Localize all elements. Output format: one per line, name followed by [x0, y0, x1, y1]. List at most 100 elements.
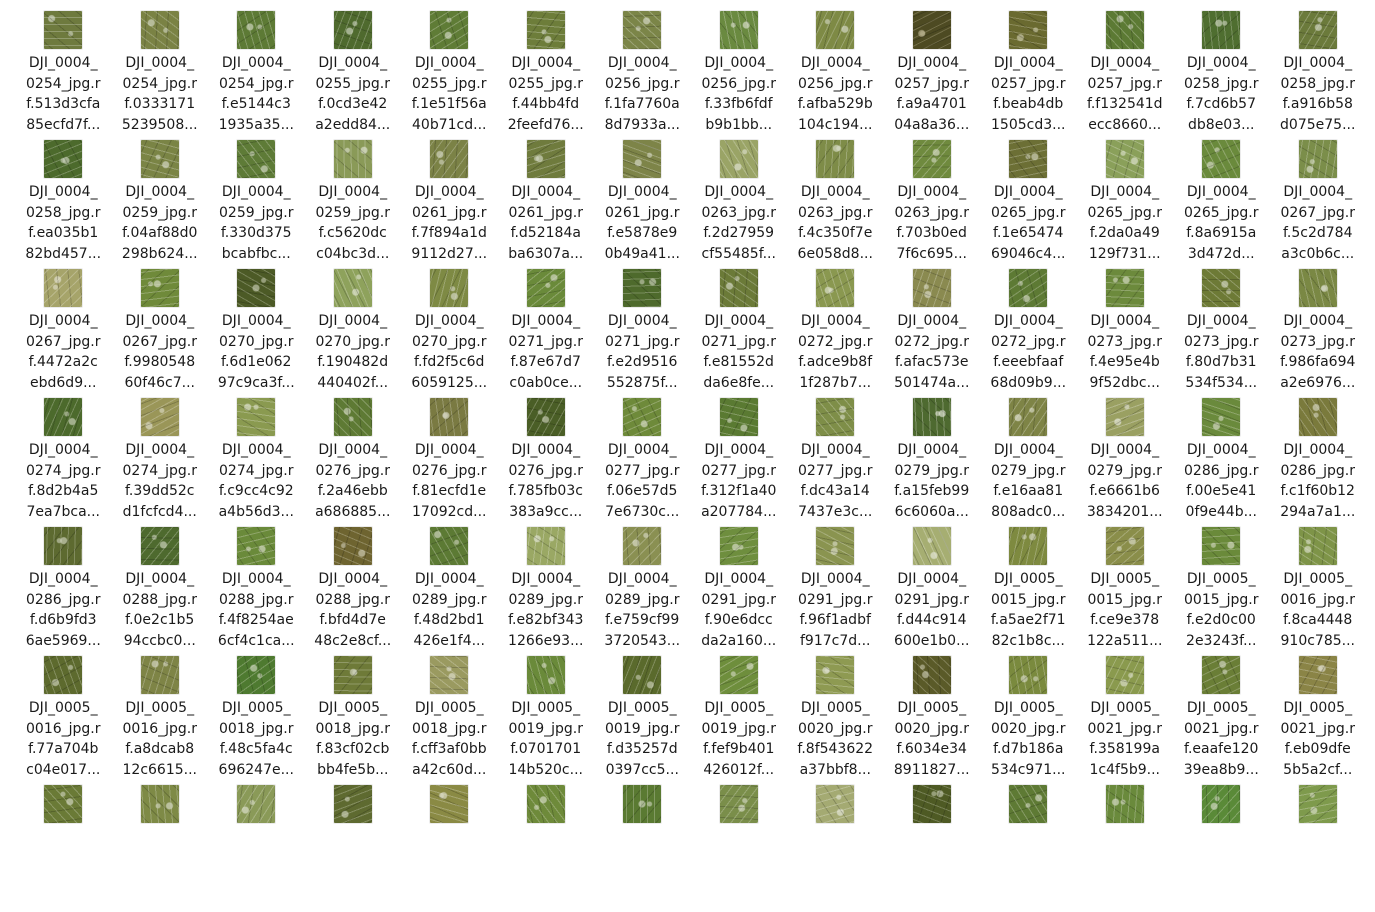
file-item[interactable]: DJI_0005_ 0021_jpg.r f.358199a 1c4f5b9... [1077, 654, 1174, 783]
file-item[interactable]: DJI_0004_ 0279_jpg.r f.a15feb99 6c6060a... [884, 396, 981, 525]
file-item[interactable]: DJI_0004_ 0270_jpg.r f.6d1e062 97c9ca3f... [208, 267, 305, 396]
file-item[interactable]: DJI_0004_ 0273_jpg.r f.986fa694 a2e6976... [1270, 267, 1367, 396]
image-thumbnail[interactable] [719, 785, 758, 823]
image-thumbnail[interactable] [816, 11, 855, 49]
file-item[interactable]: DJI_0004_ 0254_jpg.r f.513d3cfa 85ecfd7f... [15, 9, 112, 138]
image-thumbnail[interactable] [912, 398, 951, 436]
file-item[interactable]: DJI_0004_ 0257_jpg.r f.f132541d ecc8660... [1077, 9, 1174, 138]
image-thumbnail[interactable] [44, 269, 83, 307]
file-item[interactable]: DJI_0004_ 0259_jpg.r f.c5620dc c04bc3d... [305, 138, 402, 267]
image-thumbnail[interactable] [526, 527, 565, 565]
image-thumbnail[interactable] [912, 656, 951, 694]
image-thumbnail[interactable] [526, 269, 565, 307]
image-thumbnail[interactable] [237, 785, 276, 823]
image-thumbnail[interactable] [237, 656, 276, 694]
image-thumbnail[interactable] [912, 527, 951, 565]
file-item[interactable]: DJI_0004_ 0288_jpg.r f.4f8254ae 6cf4c1ca... [208, 525, 305, 654]
image-thumbnail[interactable] [333, 398, 372, 436]
image-thumbnail[interactable] [1105, 269, 1144, 307]
file-item[interactable]: DJI_0004_ 0288_jpg.r f.0e2c1b5 94ccbc0... [112, 525, 209, 654]
image-thumbnail[interactable] [430, 398, 469, 436]
image-thumbnail[interactable] [1298, 269, 1337, 307]
file-item[interactable]: DJI_0005_ 0018_jpg.r f.cff3af0bb a42c60d... [401, 654, 498, 783]
file-item[interactable]: DJI_0004_ 0254_jpg.r f.e5144c3 1935a35... [208, 9, 305, 138]
file-item[interactable]: DJI_0004_ 0271_jpg.r f.e2d9516 552875f... [594, 267, 691, 396]
image-thumbnail[interactable] [140, 11, 179, 49]
file-item[interactable]: DJI_0004_ 0272_jpg.r f.adce9b8f 1f287b7... [787, 267, 884, 396]
file-item[interactable] [498, 783, 595, 912]
image-thumbnail[interactable] [430, 11, 469, 49]
image-thumbnail[interactable] [1105, 140, 1144, 178]
image-thumbnail[interactable] [1009, 269, 1048, 307]
image-thumbnail[interactable] [623, 785, 662, 823]
file-item[interactable]: DJI_0004_ 0255_jpg.r f.1e51f56a 40b71cd... [401, 9, 498, 138]
image-thumbnail[interactable] [1105, 785, 1144, 823]
image-thumbnail[interactable] [333, 269, 372, 307]
image-thumbnail[interactable] [526, 11, 565, 49]
image-thumbnail[interactable] [237, 140, 276, 178]
file-item[interactable]: DJI_0004_ 0256_jpg.r f.afba529b 104c194... [787, 9, 884, 138]
file-item[interactable]: DJI_0004_ 0274_jpg.r f.8d2b4a5 7ea7bca... [15, 396, 112, 525]
file-item[interactable]: DJI_0004_ 0279_jpg.r f.e16aa81 808adc0... [980, 396, 1077, 525]
image-thumbnail[interactable] [1105, 11, 1144, 49]
image-thumbnail[interactable] [333, 785, 372, 823]
image-thumbnail[interactable] [333, 11, 372, 49]
image-thumbnail[interactable] [912, 11, 951, 49]
image-thumbnail[interactable] [140, 656, 179, 694]
file-item[interactable]: DJI_0004_ 0277_jpg.r f.dc43a14 7437e3c... [787, 396, 884, 525]
file-item[interactable] [305, 783, 402, 912]
file-item[interactable]: DJI_0005_ 0020_jpg.r f.6034e34 8911827... [884, 654, 981, 783]
image-thumbnail[interactable] [816, 140, 855, 178]
file-item[interactable]: DJI_0005_ 0021_jpg.r f.eb09dfe 5b5a2cf... [1270, 654, 1367, 783]
image-thumbnail[interactable] [44, 527, 83, 565]
file-item[interactable]: DJI_0004_ 0288_jpg.r f.bfd4d7e 48c2e8cf... [305, 525, 402, 654]
file-item[interactable]: DJI_0004_ 0277_jpg.r f.312f1a40 a207784... [691, 396, 788, 525]
image-thumbnail[interactable] [237, 398, 276, 436]
file-item[interactable]: DJI_0004_ 0272_jpg.r f.afac573e 501474a... [884, 267, 981, 396]
image-thumbnail[interactable] [1202, 656, 1241, 694]
image-thumbnail[interactable] [719, 140, 758, 178]
image-thumbnail[interactable] [140, 269, 179, 307]
file-item[interactable]: DJI_0004_ 0286_jpg.r f.c1f60b12 294a7a1... [1270, 396, 1367, 525]
file-item[interactable]: DJI_0004_ 0255_jpg.r f.44bb4fd 2feefd76... [498, 9, 595, 138]
image-thumbnail[interactable] [430, 656, 469, 694]
file-item[interactable]: DJI_0004_ 0271_jpg.r f.87e67d7 c0ab0ce... [498, 267, 595, 396]
file-item[interactable]: DJI_0004_ 0258_jpg.r f.ea035b1 82bd457... [15, 138, 112, 267]
image-thumbnail[interactable] [719, 527, 758, 565]
file-item[interactable]: DJI_0004_ 0289_jpg.r f.e82bf343 1266e93... [498, 525, 595, 654]
image-thumbnail[interactable] [140, 785, 179, 823]
file-item[interactable]: DJI_0005_ 0018_jpg.r f.83cf02cb bb4fe5b... [305, 654, 402, 783]
file-item[interactable] [1077, 783, 1174, 912]
image-thumbnail[interactable] [1009, 398, 1048, 436]
file-item[interactable]: DJI_0004_ 0291_jpg.r f.96f1adbf f917c7d... [787, 525, 884, 654]
image-thumbnail[interactable] [912, 785, 951, 823]
image-thumbnail[interactable] [44, 140, 83, 178]
image-thumbnail[interactable] [912, 140, 951, 178]
image-thumbnail[interactable] [1298, 527, 1337, 565]
image-thumbnail[interactable] [333, 527, 372, 565]
image-thumbnail[interactable] [623, 269, 662, 307]
file-item[interactable]: DJI_0005_ 0019_jpg.r f.fef9b401 426012f... [691, 654, 788, 783]
file-item[interactable]: DJI_0004_ 0263_jpg.r f.2d27959 cf55485f... [691, 138, 788, 267]
image-thumbnail[interactable] [623, 656, 662, 694]
file-item[interactable] [401, 783, 498, 912]
image-thumbnail[interactable] [1009, 11, 1048, 49]
file-item[interactable]: DJI_0005_ 0019_jpg.r f.d35257d 0397cc5... [594, 654, 691, 783]
image-thumbnail[interactable] [719, 656, 758, 694]
file-item[interactable] [691, 783, 788, 912]
image-thumbnail[interactable] [526, 656, 565, 694]
file-item[interactable]: DJI_0004_ 0291_jpg.r f.d44c914 600e1b0... [884, 525, 981, 654]
file-item[interactable]: DJI_0004_ 0265_jpg.r f.8a6915a 3d472d... [1173, 138, 1270, 267]
image-thumbnail[interactable] [333, 140, 372, 178]
image-thumbnail[interactable] [1202, 785, 1241, 823]
image-thumbnail[interactable] [430, 140, 469, 178]
image-thumbnail[interactable] [1009, 785, 1048, 823]
image-thumbnail[interactable] [430, 785, 469, 823]
file-item[interactable]: DJI_0004_ 0273_jpg.r f.80d7b31 534f534... [1173, 267, 1270, 396]
image-thumbnail[interactable] [140, 527, 179, 565]
file-item[interactable]: DJI_0004_ 0256_jpg.r f.1fa7760a 8d7933a... [594, 9, 691, 138]
image-thumbnail[interactable] [333, 656, 372, 694]
image-thumbnail[interactable] [526, 140, 565, 178]
image-thumbnail[interactable] [1202, 140, 1241, 178]
image-thumbnail[interactable] [1298, 785, 1337, 823]
